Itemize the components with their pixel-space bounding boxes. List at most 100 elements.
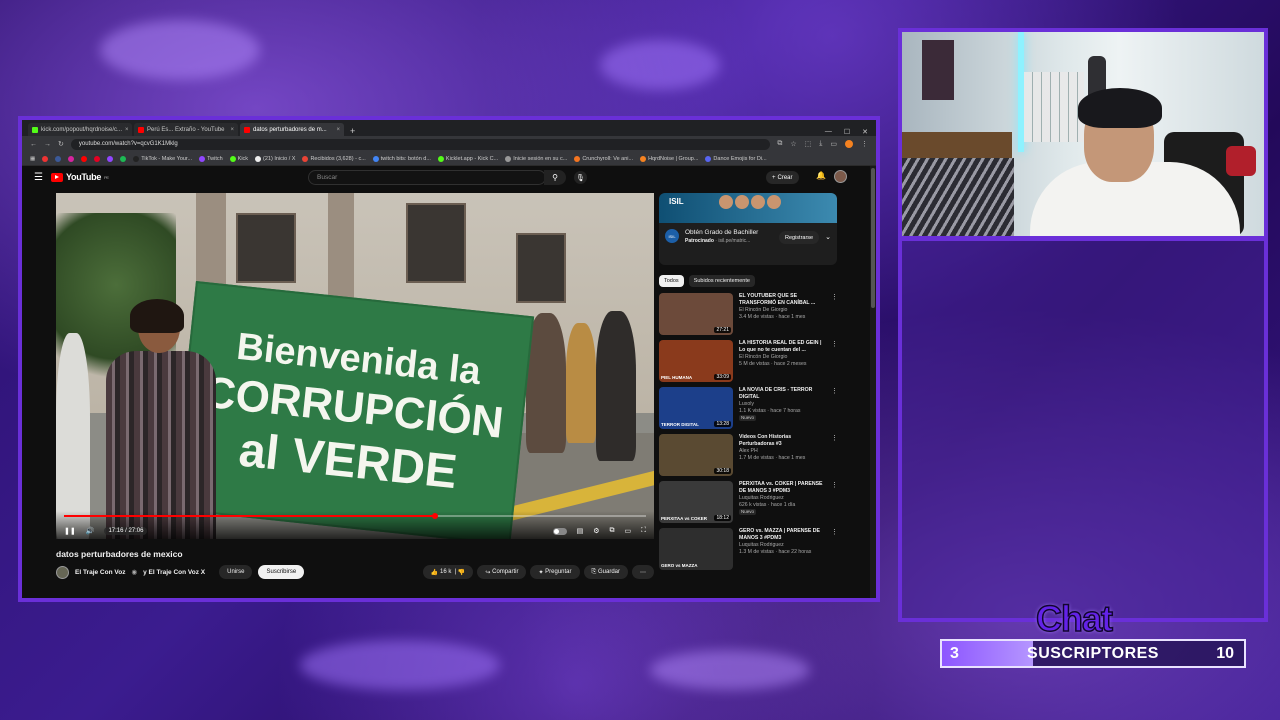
back-icon[interactable]: ← xyxy=(30,141,37,148)
create-button[interactable]: + Crear xyxy=(766,171,799,184)
join-button[interactable]: Unirse xyxy=(219,565,253,579)
bookmark-item[interactable]: Recibidos (3,628) - c... xyxy=(302,155,366,162)
chip-recent[interactable]: Subidos recientemente xyxy=(688,275,755,287)
theater-icon[interactable]: ▭ xyxy=(624,527,631,535)
extensions-icon[interactable]: ⬚ xyxy=(805,140,812,148)
sidepanel-icon[interactable]: ▭ xyxy=(830,140,837,148)
recommendation-item[interactable]: GERO vs MAZZA GERO vs. MAZZA | PARENSE D… xyxy=(659,528,838,574)
bookmark-icon[interactable] xyxy=(55,155,62,162)
channel-name[interactable]: El Traje Con Voz xyxy=(75,569,125,576)
bookmark-icon[interactable] xyxy=(107,155,114,162)
bookmark-item[interactable]: (21) Inicio / X xyxy=(255,155,295,162)
maximize-icon[interactable]: ☐ xyxy=(844,128,850,136)
more-options-icon[interactable]: ⋮ xyxy=(831,293,838,339)
apps-icon[interactable]: ▦ xyxy=(30,156,35,162)
recommendation-title[interactable]: Videos Con Historias Perturbadoras #3 xyxy=(739,434,825,448)
bookmark-icon[interactable] xyxy=(120,155,127,162)
bookmark-icon[interactable] xyxy=(42,155,49,162)
bookmark-item[interactable]: Inicie sesión en su c... xyxy=(505,155,567,162)
profile-icon[interactable] xyxy=(845,140,853,148)
page-scrollbar[interactable] xyxy=(870,166,876,598)
video-player[interactable]: Bienvenida la CORRUPCIÓN al VERDE ❚❚ 🔊 1… xyxy=(56,193,654,539)
bookmark-icon[interactable] xyxy=(94,155,101,162)
subscribe-button[interactable]: Suscribirse xyxy=(258,565,305,579)
minimize-icon[interactable]: — xyxy=(825,128,832,136)
channel-avatar[interactable] xyxy=(56,565,69,579)
more-options-icon[interactable]: ⋮ xyxy=(831,481,838,527)
pause-icon[interactable]: ❚❚ xyxy=(64,527,76,535)
recommendation-item[interactable]: 30:18 Videos Con Historias Perturbadoras… xyxy=(659,434,838,480)
recommendation-thumbnail[interactable]: PIEL HUMANA 33:09 xyxy=(659,340,733,382)
channel-collab[interactable]: y El Traje Con Voz X xyxy=(143,569,205,576)
chip-all[interactable]: Todos xyxy=(659,275,684,287)
bookmark-item[interactable]: Twitch xyxy=(199,155,223,162)
url-input[interactable]: youtube.com/watch?v=qcvG1K1Mklg xyxy=(70,138,771,150)
recommendation-channel[interactable]: El Rincón De Giorgio xyxy=(739,354,825,361)
miniplayer-icon[interactable]: ⧉ xyxy=(609,527,614,535)
recommendation-channel[interactable]: Alex PH xyxy=(739,448,825,455)
search-input[interactable]: Buscar xyxy=(308,170,546,185)
ask-button[interactable]: ✦ Preguntar xyxy=(530,565,580,579)
bookmark-item[interactable]: HqrdNoise | Group... xyxy=(640,155,698,162)
browser-tab-youtube-peru[interactable]: Perú Es... Extraño - YouTube × xyxy=(134,123,238,136)
browser-tab-active[interactable]: datos perturbadores de m... × xyxy=(240,123,344,136)
bookmark-item[interactable]: Crunchyroll: Ve ani... xyxy=(574,155,633,162)
download-icon[interactable]: ⤓ xyxy=(819,140,822,148)
more-options-icon[interactable]: ⋮ xyxy=(831,528,838,574)
progress-knob[interactable] xyxy=(431,513,438,519)
bookmark-icon[interactable] xyxy=(81,155,88,162)
recommendation-title[interactable]: LA HISTORIA REAL DE ED GEIN | Lo que no … xyxy=(739,340,825,354)
ad-register-button[interactable]: Registrarse xyxy=(779,231,820,244)
close-icon[interactable]: × xyxy=(125,127,129,133)
ad-card[interactable]: ISIL Obtén Grado de Bachiller Patrocinad… xyxy=(659,223,837,265)
ad-banner-image[interactable]: ISIL xyxy=(659,193,837,223)
close-icon[interactable]: × xyxy=(230,127,234,133)
bookmark-item[interactable]: twitch bits: botón d... xyxy=(372,155,431,162)
recommendation-thumbnail[interactable]: GERO vs MAZZA xyxy=(659,528,733,570)
account-avatar[interactable] xyxy=(834,170,847,183)
save-button[interactable]: ⎘ Guardar xyxy=(583,565,628,579)
recommendation-thumbnail[interactable]: PERXITAA vs COKER 18:12 xyxy=(659,481,733,523)
close-icon[interactable]: × xyxy=(336,127,340,133)
recommendation-channel[interactable]: El Rincón De Giorgio xyxy=(739,307,825,314)
more-actions-button[interactable]: ⋯ xyxy=(632,565,654,579)
recommendation-channel[interactable]: Luxoly xyxy=(739,401,825,408)
recommendation-item[interactable]: TERROR DIGITAL 13:28 LA NOVIA DE CRIS - … xyxy=(659,387,838,433)
recommendation-title[interactable]: EL YOUTUBER QUE SE TRANSFORMÓ EN CANÍBAL… xyxy=(739,293,825,307)
recommendation-item[interactable]: PERXITAA vs COKER 18:12 PERXITAA vs. COK… xyxy=(659,481,838,527)
progress-bar[interactable] xyxy=(64,513,646,519)
bookmark-icon[interactable] xyxy=(68,155,75,162)
share-button[interactable]: ↪ Compartir xyxy=(477,565,527,579)
volume-icon[interactable]: 🔊 xyxy=(86,527,95,535)
hamburger-icon[interactable]: ☰ xyxy=(34,172,43,183)
recommendation-channel[interactable]: Luquitas Rodriguez xyxy=(739,542,825,549)
recommendation-thumbnail[interactable]: 30:18 xyxy=(659,434,733,476)
fullscreen-icon[interactable]: ⛶ xyxy=(641,527,646,535)
scrollbar-thumb[interactable] xyxy=(871,168,875,308)
bookmark-item[interactable]: Dance Emojis for Di... xyxy=(705,155,767,162)
autoplay-toggle[interactable] xyxy=(552,527,567,535)
browser-tab-kick[interactable]: kick.com/popout/hqrdnoise/c... × xyxy=(28,123,132,136)
subtitles-icon[interactable]: ▤ xyxy=(577,527,584,535)
recommendation-title[interactable]: GERO vs. MAZZA | PARENSE DE MANOS 3 #PDM… xyxy=(739,528,825,542)
chevron-down-icon[interactable]: ⌄ xyxy=(825,233,831,259)
bookmark-item[interactable]: Kick xyxy=(229,155,248,162)
search-button[interactable]: ⚲ xyxy=(544,170,566,185)
recommendation-item[interactable]: 27:21 EL YOUTUBER QUE SE TRANSFORMÓ EN C… xyxy=(659,293,838,339)
close-window-icon[interactable]: ✕ xyxy=(862,128,868,136)
recommendation-thumbnail[interactable]: 27:21 xyxy=(659,293,733,335)
voice-search-button[interactable]: 🎙 xyxy=(574,171,587,184)
like-button[interactable]: 👍 16 k | 👎 xyxy=(422,565,474,579)
more-options-icon[interactable]: ⋮ xyxy=(831,340,838,386)
reload-icon[interactable]: ↻ xyxy=(58,140,64,148)
more-options-icon[interactable]: ⋮ xyxy=(831,387,838,433)
recommendation-title[interactable]: PERXITAA vs. COKER | PARENSE DE MANOS 3 … xyxy=(739,481,825,495)
notifications-bell-icon[interactable]: 🔔 xyxy=(816,171,826,180)
forward-icon[interactable]: → xyxy=(44,141,51,148)
recommendation-channel[interactable]: Luquitas Rodriguez xyxy=(739,495,825,502)
menu-icon[interactable]: ⋮ xyxy=(861,140,868,148)
bookmark-item[interactable]: Kicklet.app - Kick C... xyxy=(437,155,498,162)
settings-gear-icon[interactable]: ⚙ xyxy=(593,527,599,535)
cast-icon[interactable]: ⧉ xyxy=(777,140,782,148)
recommendation-item[interactable]: PIEL HUMANA 33:09 LA HISTORIA REAL DE ED… xyxy=(659,340,838,386)
